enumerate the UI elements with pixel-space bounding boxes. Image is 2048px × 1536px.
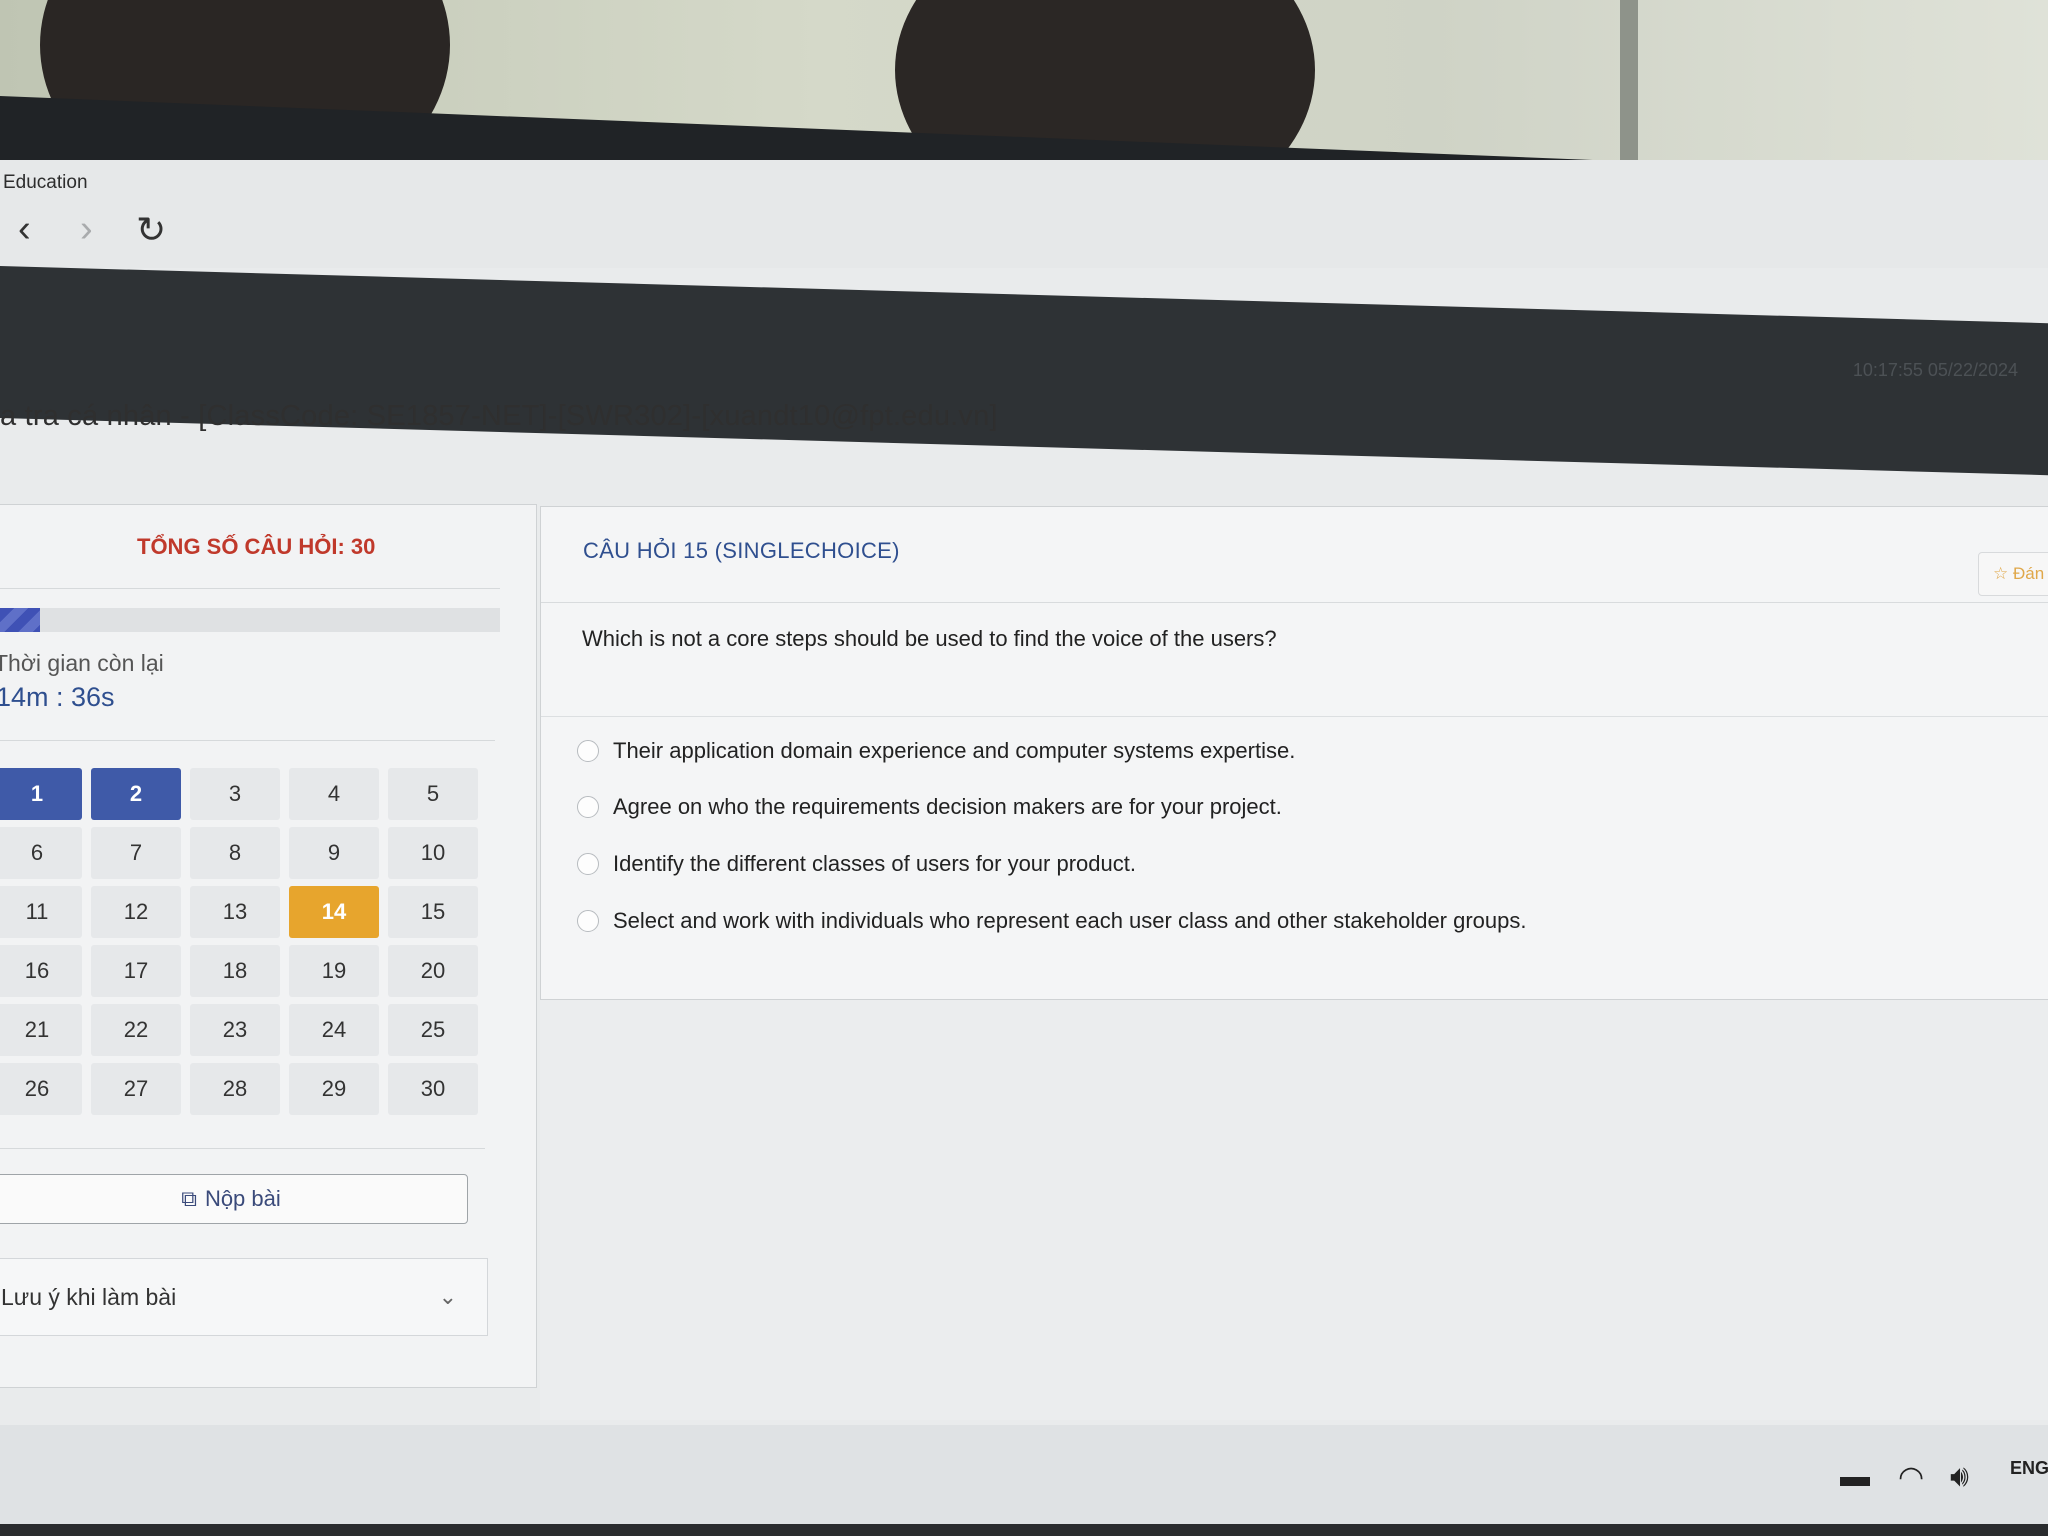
question-number-button[interactable]: 4: [289, 768, 379, 820]
exam-notes-accordion[interactable]: Lưu ý khi làm bài ⌄: [0, 1258, 488, 1336]
app-header-bar: [0, 266, 2048, 476]
divider: [0, 1148, 485, 1149]
answer-option-label: Select and work with individuals who rep…: [613, 908, 1527, 933]
language-indicator[interactable]: ENG: [2010, 1458, 2048, 1479]
question-number-button[interactable]: 9: [289, 827, 379, 879]
question-number-button[interactable]: 7: [91, 827, 181, 879]
question-text: Which is not a core steps should be used…: [582, 626, 1277, 651]
submit-icon: ⧉: [181, 1186, 197, 1211]
question-number-button[interactable]: 6: [0, 827, 82, 879]
question-number-button[interactable]: 17: [91, 945, 181, 997]
progress-bar-fill: [0, 608, 40, 632]
question-number-button[interactable]: 23: [190, 1004, 280, 1056]
divider: [541, 602, 2048, 603]
radio-button[interactable]: [577, 796, 599, 818]
submit-button-label: Nộp bài: [204, 1186, 281, 1211]
page-title: a tra cá nhân - [ClassCode: SE1857-NET]-…: [0, 400, 998, 432]
back-arrow-icon[interactable]: ‹: [18, 210, 31, 248]
answer-option-label: Their application domain experience and …: [613, 738, 1296, 763]
question-number-button[interactable]: 18: [190, 945, 280, 997]
reload-icon[interactable]: ↻: [136, 212, 166, 248]
question-number-button[interactable]: 15: [388, 886, 478, 938]
question-number-button[interactable]: 10: [388, 827, 478, 879]
divider: [541, 716, 2048, 717]
question-number-button[interactable]: 3: [190, 768, 280, 820]
answer-option[interactable]: Identify the different classes of users …: [577, 851, 1136, 877]
question-number-button[interactable]: 28: [190, 1063, 280, 1115]
background-pillar: [1620, 0, 1638, 175]
speaker-icon[interactable]: 🔊︎: [1950, 1460, 1969, 1494]
question-number-button[interactable]: 19: [289, 945, 379, 997]
radio-button[interactable]: [577, 910, 599, 932]
total-questions-label: TỔNG SỐ CÂU HỎI: 30: [137, 534, 376, 559]
question-number-button[interactable]: 24: [289, 1004, 379, 1056]
question-number-button[interactable]: 5: [388, 768, 478, 820]
header-clock: 10:17:55 05/22/2024: [1852, 360, 2018, 380]
question-number-button[interactable]: 12: [91, 886, 181, 938]
battery-icon[interactable]: ▬: [1840, 1460, 1870, 1494]
question-number-button[interactable]: 27: [91, 1063, 181, 1115]
question-number-grid: 1 2 3 4 5 6 7 8 9 10 11 12 13 14 15 16 17 18 19 20 21 22 23 24 2…: [0, 768, 478, 1115]
taskbar: [0, 1425, 2048, 1536]
question-number-button[interactable]: 16: [0, 945, 82, 997]
question-number-button[interactable]: 1: [0, 768, 82, 820]
radio-button[interactable]: [577, 853, 599, 875]
content-area: [540, 1000, 2048, 1420]
answer-option-label: Identify the different classes of users …: [613, 851, 1136, 876]
divider: [0, 740, 495, 741]
wifi-icon[interactable]: ◠: [1898, 1460, 1924, 1495]
divider: [0, 588, 500, 589]
question-number-button[interactable]: 25: [388, 1004, 478, 1056]
browser-toolbar: Education ‹ › ↻: [0, 160, 2048, 268]
forward-arrow-icon[interactable]: ›: [80, 210, 93, 248]
answer-option-label: Agree on who the requirements decision m…: [613, 794, 1282, 819]
progress-bar: [0, 608, 500, 632]
question-number-button[interactable]: 22: [91, 1004, 181, 1056]
time-remaining-value: 14m : 36s: [0, 682, 115, 712]
question-number-button[interactable]: 2: [91, 768, 181, 820]
question-number-button[interactable]: 29: [289, 1063, 379, 1115]
question-number-button[interactable]: 20: [388, 945, 478, 997]
question-number-button[interactable]: 11: [0, 886, 82, 938]
answer-option[interactable]: Select and work with individuals who rep…: [577, 908, 1527, 934]
question-title: CÂU HỎI 15 (SINGLECHOICE): [583, 538, 900, 563]
flag-question-button[interactable]: ☆ Đán: [1978, 552, 2048, 596]
radio-button[interactable]: [577, 740, 599, 762]
question-number-button[interactable]: 21: [0, 1004, 82, 1056]
time-remaining-label: Thời gian còn lại: [0, 650, 164, 676]
question-number-button[interactable]: 26: [0, 1063, 82, 1115]
chevron-down-icon: ⌄: [438, 1284, 457, 1309]
exam-notes-label: Lưu ý khi làm bài: [1, 1283, 177, 1310]
question-number-button[interactable]: 13: [190, 886, 280, 938]
submit-button[interactable]: ⧉ Nộp bài: [0, 1174, 468, 1224]
question-number-button[interactable]: 14: [289, 886, 379, 938]
monitor-bottom-edge: [0, 1524, 2048, 1536]
answer-option[interactable]: Agree on who the requirements decision m…: [577, 794, 1282, 820]
question-number-button[interactable]: 8: [190, 827, 280, 879]
browser-tab-title[interactable]: Education: [3, 172, 88, 194]
question-number-button[interactable]: 30: [388, 1063, 478, 1115]
answer-option[interactable]: Their application domain experience and …: [577, 738, 1295, 764]
